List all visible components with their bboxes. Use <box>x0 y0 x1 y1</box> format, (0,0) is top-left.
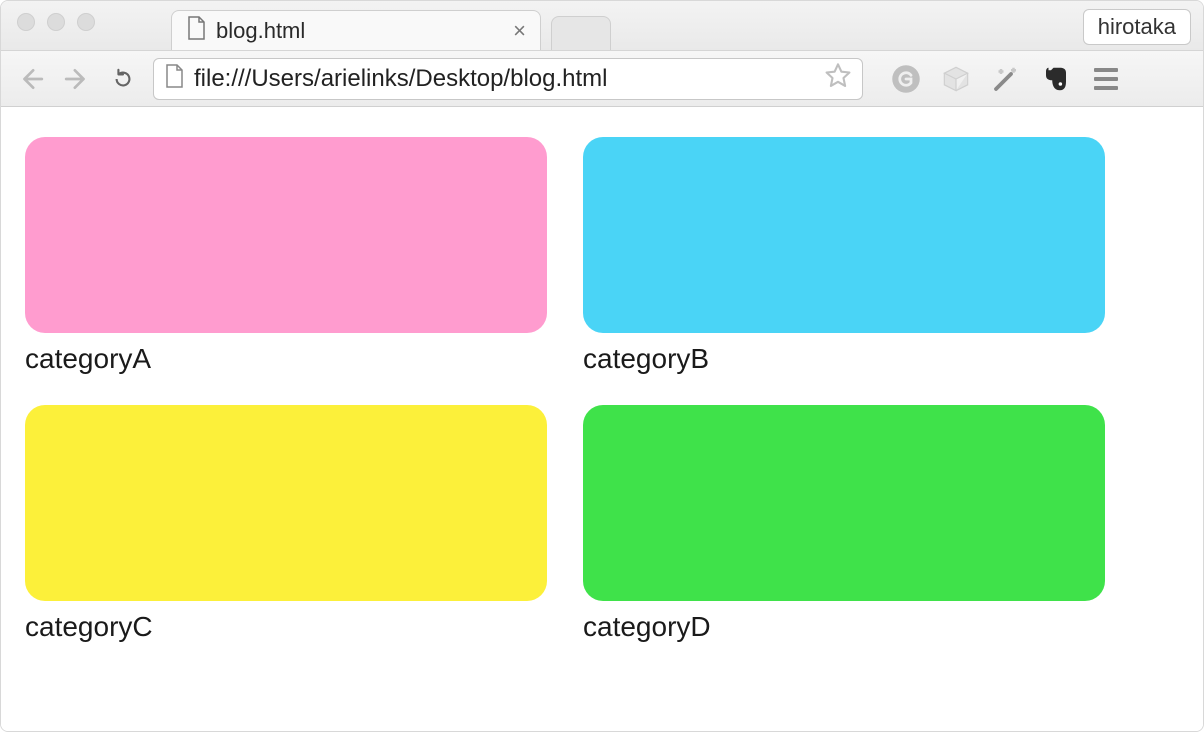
url-input[interactable] <box>194 65 814 93</box>
back-button[interactable] <box>15 63 47 95</box>
wand-icon <box>991 64 1021 94</box>
forward-button[interactable] <box>61 63 93 95</box>
category-card-c: categoryC <box>25 405 547 643</box>
arrow-right-icon <box>64 66 90 92</box>
extension-icon-3[interactable] <box>991 64 1021 94</box>
cube-icon <box>942 65 970 93</box>
titlebar: blog.html × hirotaka <box>1 1 1203 51</box>
tabstrip: blog.html × <box>171 1 611 50</box>
extension-icon-2[interactable] <box>941 64 971 94</box>
bookmark-star-icon[interactable] <box>824 62 852 95</box>
extension-icon-4[interactable] <box>1041 64 1071 94</box>
toolbar <box>1 51 1203 107</box>
category-card-b: categoryB <box>583 137 1105 375</box>
swatch-d <box>583 405 1105 601</box>
tab-title: blog.html <box>216 18 526 44</box>
swatch-a <box>25 137 547 333</box>
reload-icon <box>112 68 134 90</box>
card-label: categoryA <box>25 343 547 375</box>
swatch-c <box>25 405 547 601</box>
zoom-window-button[interactable] <box>77 13 95 31</box>
category-card-d: categoryD <box>583 405 1105 643</box>
new-tab-button[interactable] <box>551 16 611 50</box>
hamburger-icon <box>1094 68 1118 90</box>
card-label: categoryB <box>583 343 1105 375</box>
extension-icon-1[interactable] <box>891 64 921 94</box>
profile-label: hirotaka <box>1098 14 1176 39</box>
circle-g-icon <box>891 64 921 94</box>
evernote-icon <box>1041 64 1071 94</box>
profile-button[interactable]: hirotaka <box>1083 9 1191 45</box>
browser-window: blog.html × hirotaka <box>0 0 1204 732</box>
extension-icons <box>891 64 1121 94</box>
address-bar[interactable] <box>153 58 863 100</box>
window-controls <box>17 13 95 31</box>
browser-tab-active[interactable]: blog.html × <box>171 10 541 50</box>
swatch-b <box>583 137 1105 333</box>
category-grid: categoryA categoryB categoryC categoryD <box>25 137 1179 643</box>
close-window-button[interactable] <box>17 13 35 31</box>
minimize-window-button[interactable] <box>47 13 65 31</box>
category-card-a: categoryA <box>25 137 547 375</box>
menu-button[interactable] <box>1091 64 1121 94</box>
arrow-left-icon <box>18 66 44 92</box>
file-icon <box>164 64 184 93</box>
reload-button[interactable] <box>107 63 139 95</box>
card-label: categoryD <box>583 611 1105 643</box>
file-icon <box>186 16 206 45</box>
page-content: categoryA categoryB categoryC categoryD <box>1 107 1203 731</box>
card-label: categoryC <box>25 611 547 643</box>
tab-close-button[interactable]: × <box>509 18 530 44</box>
